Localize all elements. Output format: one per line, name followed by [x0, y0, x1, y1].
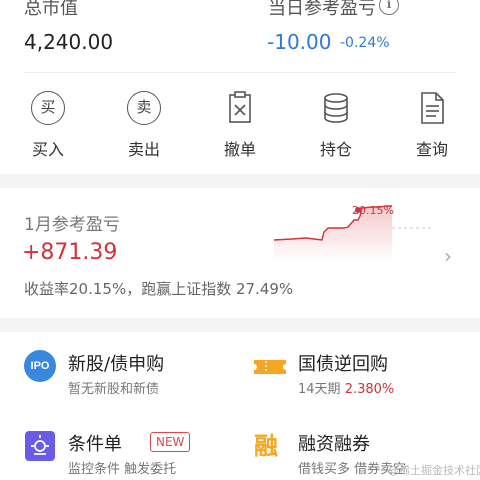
total-market-value: 4,240.00 — [24, 30, 114, 54]
repo-term: 14天期 — [298, 382, 341, 397]
repo-rate: 2.380% — [344, 382, 395, 397]
holdings-button[interactable]: 持仓 — [306, 90, 366, 160]
reverse-repo-title: 国债逆回购 — [298, 354, 388, 375]
buy-label: 买入 — [31, 140, 64, 159]
divider — [24, 72, 456, 73]
cancel-order-label: 撤单 — [223, 140, 256, 159]
cancel-order-button[interactable]: 撤单 — [210, 90, 270, 160]
watermark: @稀土掘金技术社区 — [388, 464, 480, 477]
day-profit-loss-label: 当日参考盈亏 — [268, 0, 376, 19]
ticket-icon — [254, 350, 286, 382]
monthly-pl-subtitle: 收益率20.15%，跑赢上证指数 27.49% — [24, 280, 294, 298]
reverse-repo-tile[interactable]: 国债逆回购 14天期 2.380% — [254, 350, 480, 410]
margin-trading-title: 融资融券 — [298, 434, 370, 455]
buy-icon: 买 — [30, 90, 66, 126]
sell-label: 卖出 — [127, 140, 160, 159]
chevron-right-icon[interactable]: › — [444, 244, 452, 268]
margin-icon: 融 — [254, 432, 278, 460]
sparkline-label: 20.15% — [352, 204, 394, 217]
section-gap — [0, 318, 480, 332]
cancel-order-icon — [222, 90, 258, 126]
services-grid: IPO 新股/债申购 暂无新股和新债 国债逆回购 14天期 2.380% 条件单… — [0, 332, 480, 480]
conditional-order-subtitle: 监控条件 触发委托 — [68, 462, 177, 477]
sell-icon: 卖 — [126, 90, 162, 126]
sell-button[interactable]: 卖 卖出 — [114, 90, 174, 160]
summary-labels: 总市值 当日参考盈亏 i — [24, 0, 456, 19]
day-profit-loss-value: -10.00 — [267, 30, 332, 54]
query-button[interactable]: 查询 — [402, 90, 462, 160]
new-badge: NEW — [150, 432, 191, 452]
query-label: 查询 — [415, 140, 448, 159]
section-gap — [0, 174, 480, 188]
query-icon — [414, 90, 450, 126]
monthly-pl-value: +871.39 — [22, 240, 118, 265]
lightbulb-icon — [24, 430, 56, 462]
trade-actions: 买 买入 卖 卖出 撤单 持仓 查询 — [0, 90, 480, 160]
total-market-value-label: 总市值 — [24, 0, 78, 19]
ipo-subscription-tile[interactable]: IPO 新股/债申购 暂无新股和新债 — [24, 350, 254, 410]
holdings-label: 持仓 — [319, 140, 352, 159]
conditional-order-tile[interactable]: 条件单 NEW 监控条件 触发委托 — [24, 430, 254, 480]
ipo-title: 新股/债申购 — [68, 354, 165, 375]
ipo-icon: IPO — [24, 350, 56, 382]
day-profit-loss-percent: -0.24% — [340, 35, 390, 51]
holdings-icon — [318, 90, 354, 126]
reverse-repo-subtitle: 14天期 2.380% — [298, 378, 394, 397]
buy-button[interactable]: 买 买入 — [18, 90, 78, 160]
monthly-pl-card[interactable]: 1月参考盈亏 +871.39 收益率20.15%，跑赢上证指数 27.49% 2… — [0, 188, 480, 316]
ipo-subtitle: 暂无新股和新债 — [68, 382, 160, 397]
info-icon[interactable]: i — [379, 0, 399, 15]
conditional-order-title: 条件单 — [68, 434, 122, 455]
monthly-pl-title: 1月参考盈亏 — [24, 215, 120, 235]
